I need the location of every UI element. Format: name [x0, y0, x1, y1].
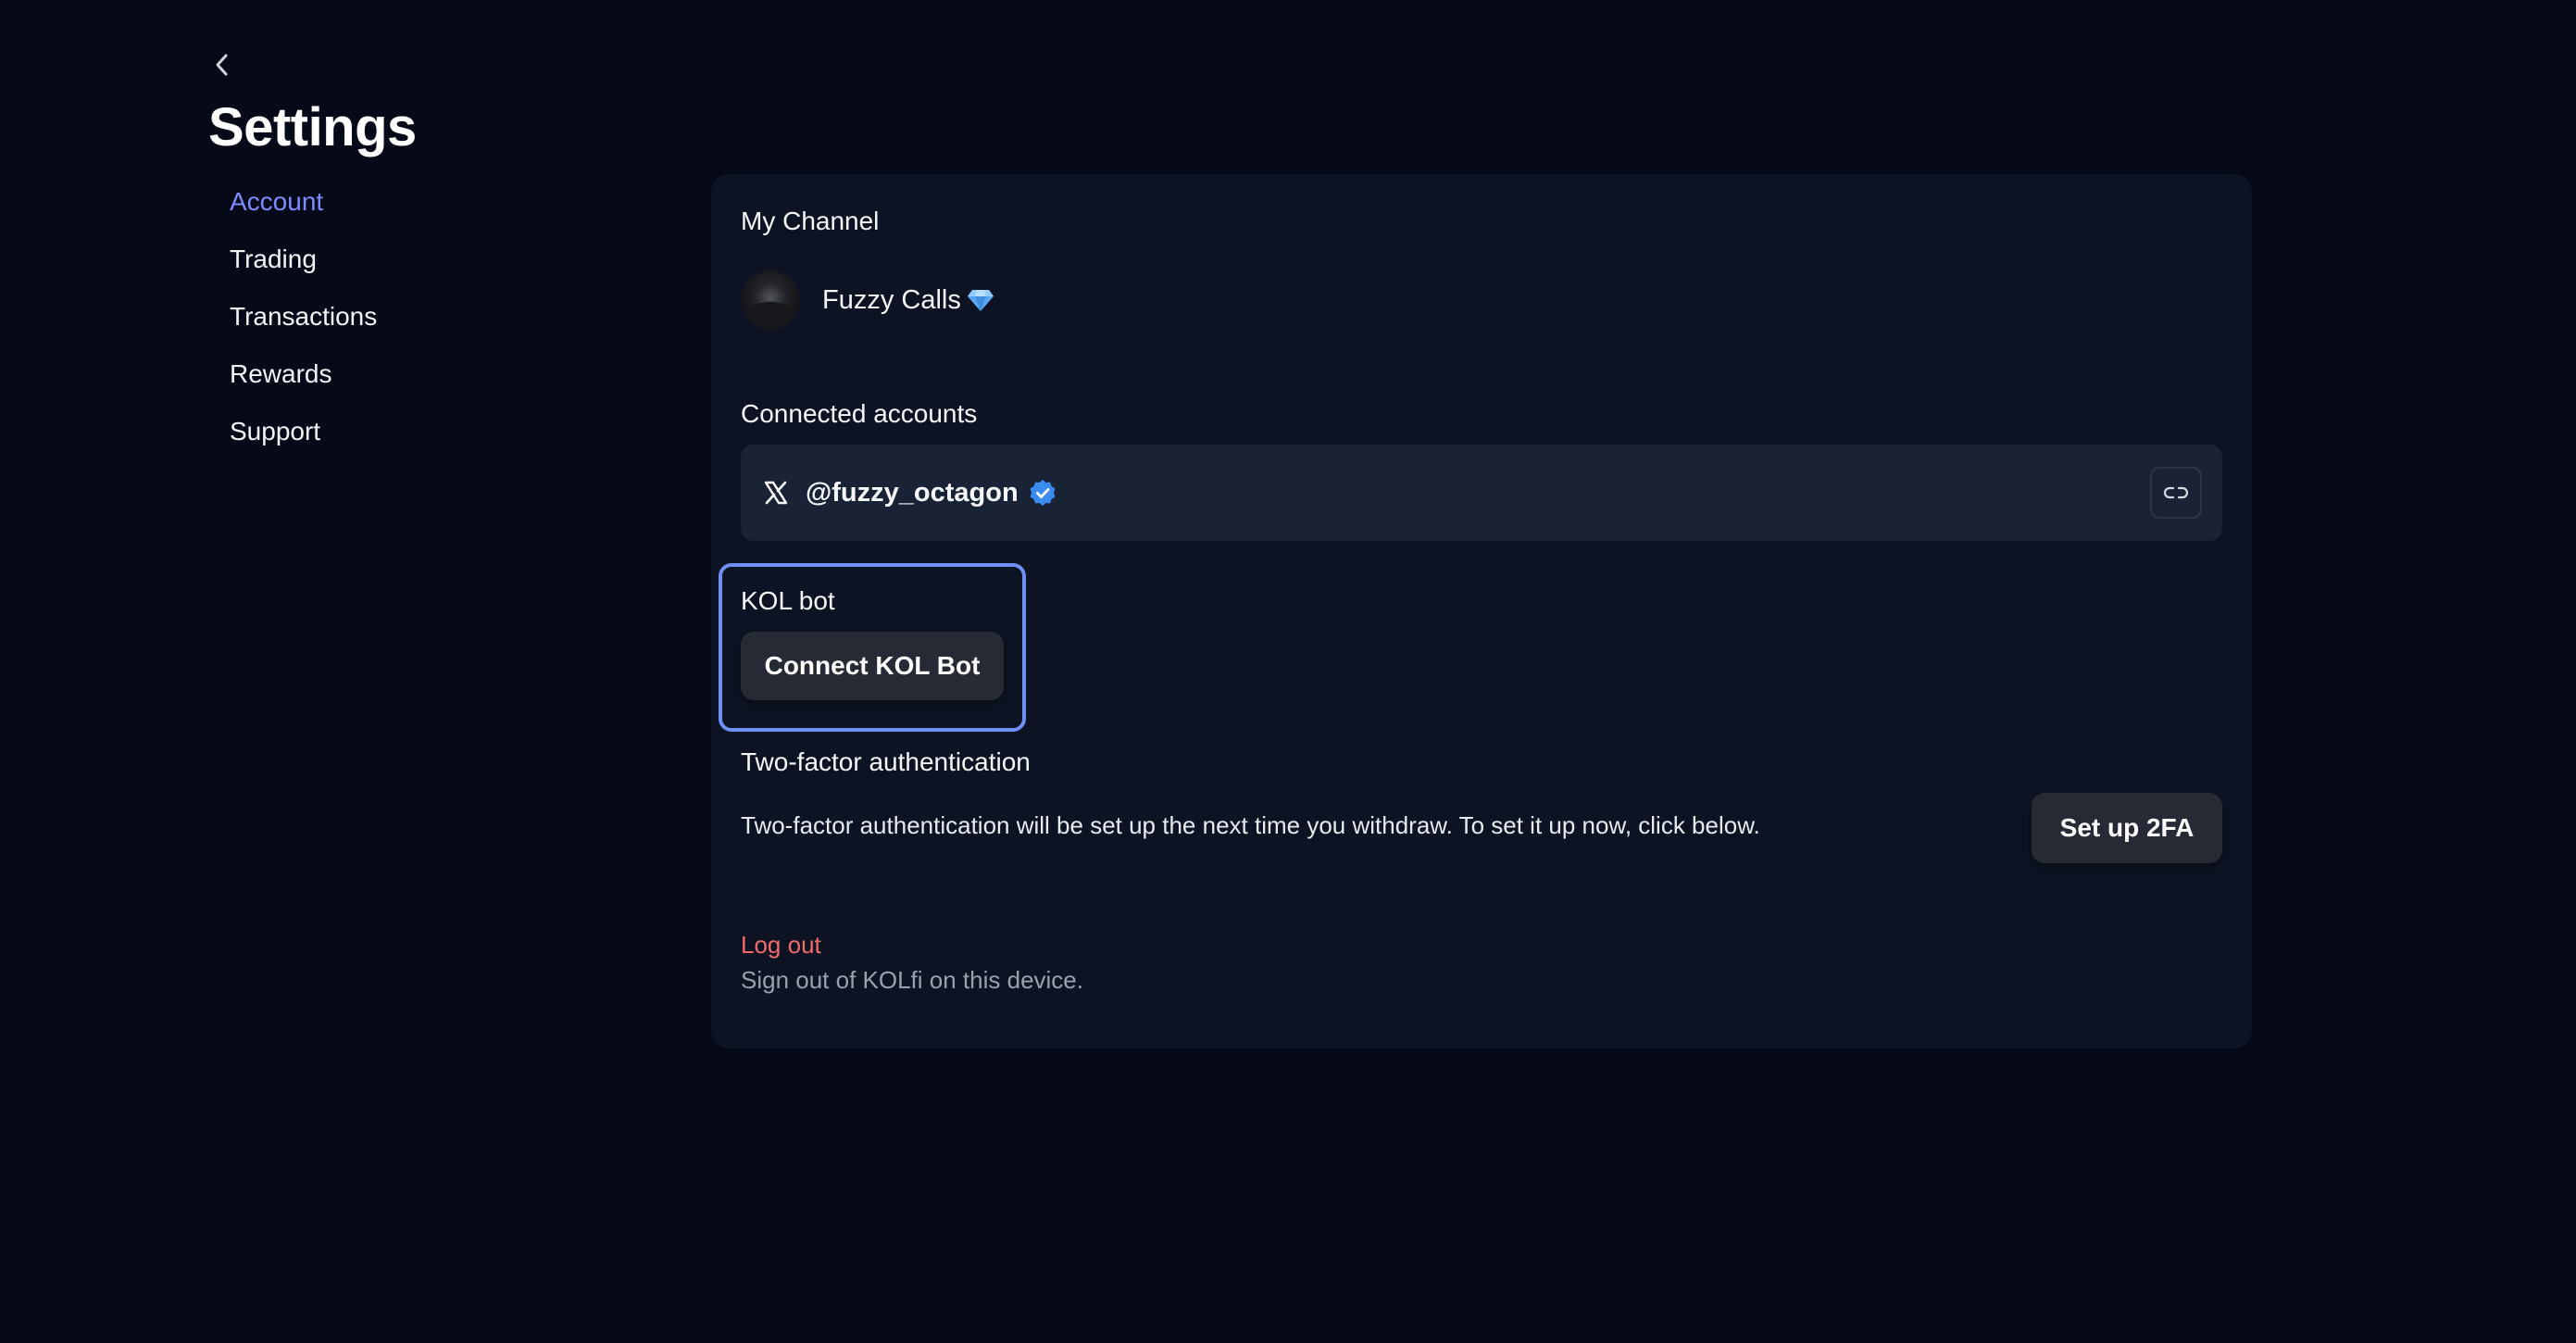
verified-badge-icon	[1030, 480, 1056, 506]
settings-sidebar: Account Trading Transactions Rewards Sup…	[230, 183, 507, 471]
diamond-icon	[967, 290, 994, 311]
logout-link[interactable]: Log out	[741, 928, 821, 961]
account-handle: @fuzzy_octagon	[806, 478, 1019, 508]
channel-name: Fuzzy Calls	[822, 285, 961, 315]
connected-accounts-heading: Connected accounts	[741, 399, 978, 428]
account-settings-panel: My Channel Fuzzy Calls Connected account…	[711, 174, 2252, 1048]
unlink-account-button[interactable]	[2150, 467, 2202, 519]
chevron-left-icon	[216, 54, 228, 76]
channel-row: Fuzzy Calls	[741, 270, 994, 330]
sidebar-item-transactions[interactable]: Transactions	[230, 298, 507, 335]
x-logo-icon	[764, 481, 788, 505]
two-factor-heading: Two-factor authentication	[741, 747, 1031, 776]
page-title: Settings	[208, 97, 417, 157]
my-channel-heading: My Channel	[741, 207, 880, 235]
sidebar-item-account[interactable]: Account	[230, 183, 507, 220]
back-button[interactable]	[206, 48, 239, 82]
connect-kol-bot-button[interactable]: Connect KOL Bot	[741, 632, 1004, 700]
two-factor-description: Two-factor authentication will be set up…	[741, 811, 1760, 839]
sidebar-item-rewards[interactable]: Rewards	[230, 356, 507, 393]
logout-description: Sign out of KOLfi on this device.	[741, 966, 1083, 994]
sidebar-item-support[interactable]: Support	[230, 413, 507, 450]
sidebar-item-trading[interactable]: Trading	[230, 241, 507, 278]
kol-bot-heading: KOL bot	[741, 586, 835, 615]
unlink-icon	[2163, 486, 2189, 499]
connected-account-row: @fuzzy_octagon	[741, 445, 2222, 541]
avatar	[741, 270, 800, 330]
setup-2fa-button[interactable]: Set up 2FA	[2032, 793, 2222, 863]
